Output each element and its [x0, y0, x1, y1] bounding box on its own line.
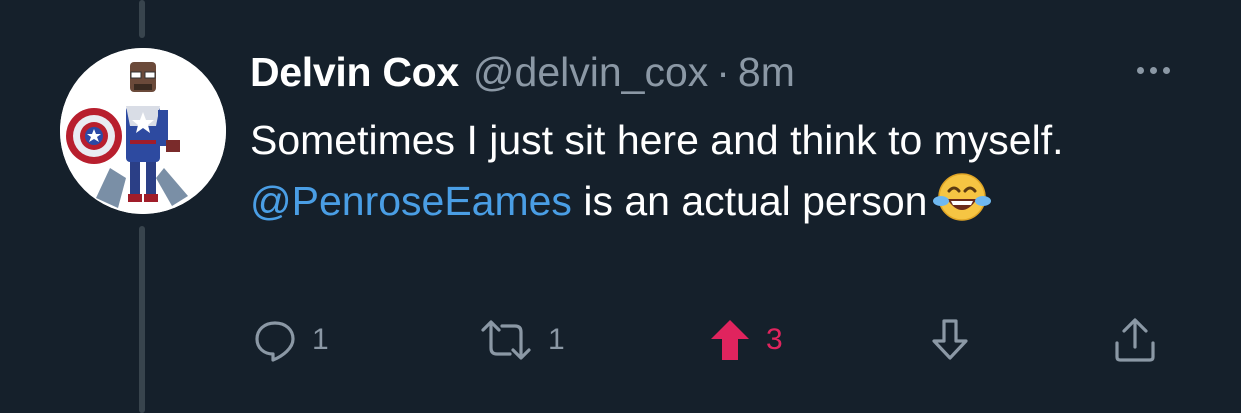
reply-button[interactable]: 1 [252, 310, 329, 370]
more-dot [1162, 66, 1170, 74]
thread-line-top [139, 0, 145, 38]
user-handle[interactable]: @delvin_cox [473, 49, 708, 96]
share-icon [1115, 318, 1155, 362]
reply-count: 1 [312, 323, 329, 356]
avatar[interactable] [60, 48, 226, 214]
upvote-count: 3 [766, 323, 783, 356]
laughing-tears-emoji [933, 171, 992, 240]
upvote-icon [711, 320, 749, 360]
retweet-count: 1 [548, 323, 565, 356]
avatar-image [60, 48, 226, 214]
tweet-header: Delvin Cox @delvin_cox · 8m [250, 48, 795, 96]
share-button[interactable] [1112, 310, 1158, 370]
mention-link[interactable]: @PenroseEames [250, 178, 572, 224]
tweet-text-part1: Sometimes I just sit here and think to m… [250, 117, 1064, 163]
display-name[interactable]: Delvin Cox [250, 49, 459, 96]
timestamp[interactable]: 8m [738, 49, 795, 96]
retweet-button[interactable]: 1 [478, 310, 565, 370]
downvote-button[interactable] [928, 310, 972, 370]
tweet-text: Sometimes I just sit here and think to m… [250, 110, 1150, 240]
upvote-button[interactable]: 3 [708, 310, 783, 370]
tweet-actions: 1 1 3 [0, 310, 1241, 370]
more-dot [1136, 66, 1144, 74]
separator-dot: · [716, 48, 730, 95]
retweet-icon [481, 320, 531, 360]
tweet-text-part2: is an actual person [571, 178, 928, 224]
reply-icon [255, 321, 295, 362]
downvote-icon [932, 319, 968, 360]
more-icon[interactable] [1128, 58, 1178, 82]
more-dot [1149, 66, 1157, 74]
